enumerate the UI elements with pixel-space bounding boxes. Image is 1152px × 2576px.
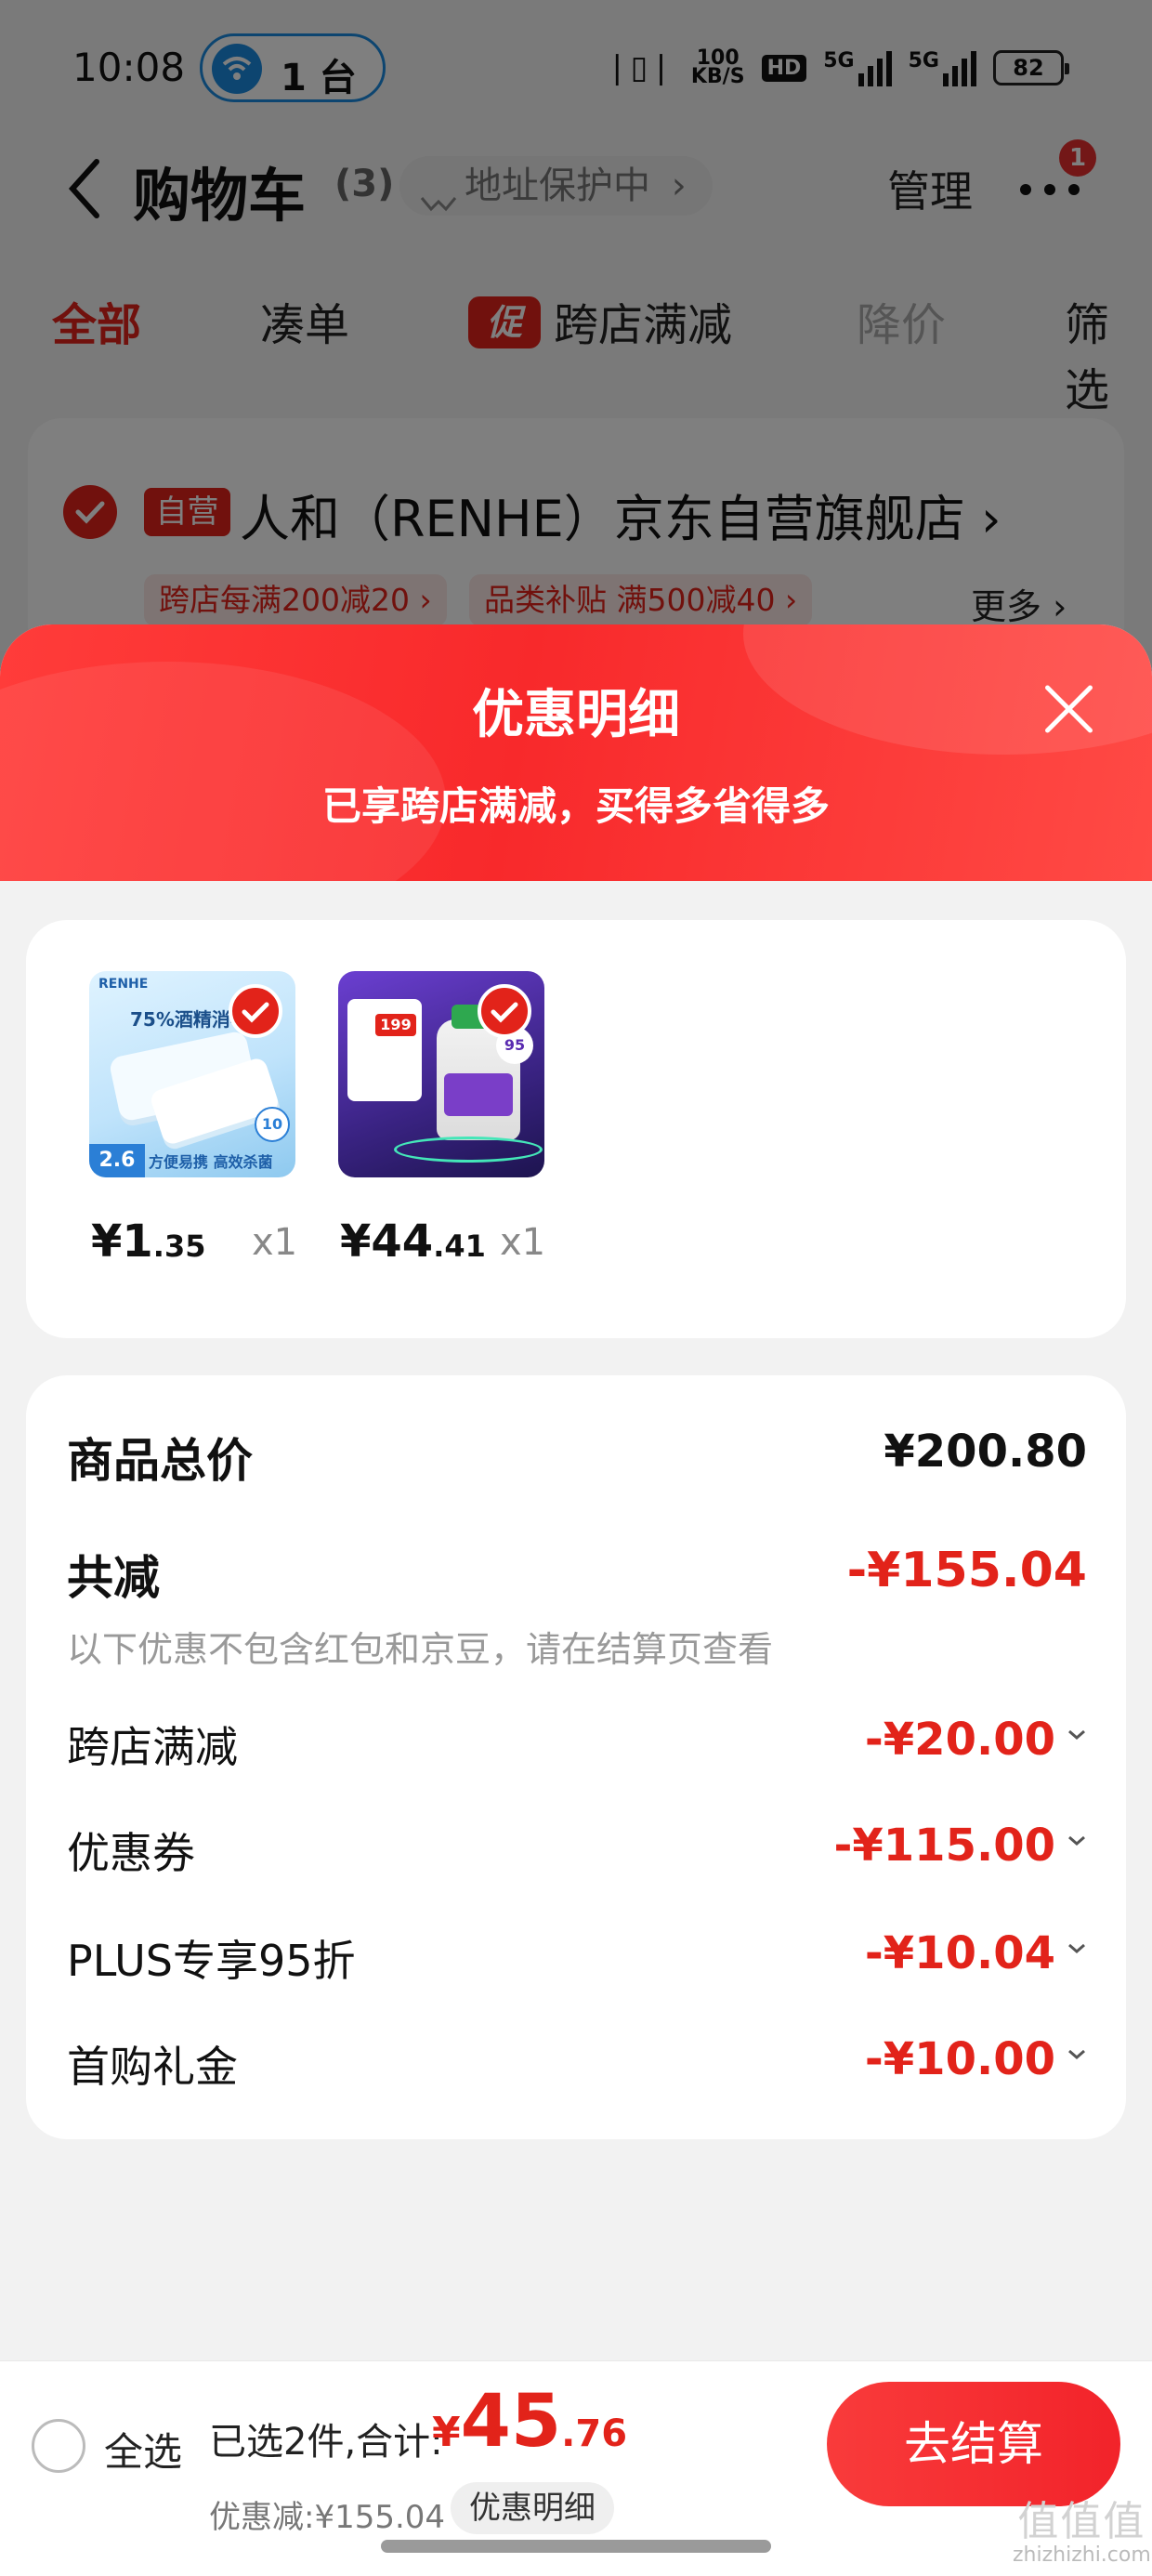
price-dec: .41 <box>433 1229 486 1264</box>
thumb-price: 199 <box>375 1014 416 1036</box>
product-price: ¥44.41 <box>340 1216 486 1268</box>
watermark: 值值值 zhizhizhi.com <box>1013 2498 1151 2568</box>
product-image-wipes[interactable]: RENHE 75%酒精消毒 2.6 方便易携 高效杀菌 10 <box>89 971 295 1177</box>
discount-detail-sheet: 优惠明细 已享跨店满减，买得多省得多 RENHE 75%酒精消毒 2.6 方便易… <box>0 624 1152 2576</box>
discount-item-label: 优惠券 <box>67 1828 195 1878</box>
thumb-price-tag: 199 <box>347 999 422 1101</box>
product-qty: x1 <box>500 1221 546 1264</box>
product-card: RENHE 75%酒精消毒 2.6 方便易携 高效杀菌 10 ¥1.35 x1 … <box>26 920 1126 1338</box>
total-amount: ¥45.76 <box>432 2380 627 2464</box>
home-indicator[interactable] <box>381 2540 771 2553</box>
price-summary-card: 商品总价 ¥200.80 共减 -¥155.04 以下优惠不包含红包和京豆，请在… <box>26 1375 1126 2139</box>
discount-hint: 以下优惠不包含红包和京豆，请在结算页查看 <box>67 1629 774 1670</box>
product-price: ¥1.35 <box>91 1216 205 1268</box>
total-price-value: ¥200.80 <box>884 1426 1087 1478</box>
thumb-num: 2.6 <box>89 1144 145 1177</box>
total-reduce-label: 共减 <box>67 1551 160 1605</box>
selected-summary: 已选2件,合计: <box>209 2421 443 2464</box>
total-dec: .76 <box>561 2412 628 2455</box>
thumb-base-ring <box>394 1137 543 1163</box>
discount-total: 优惠减:¥155.04 <box>209 2499 446 2536</box>
price-int: ¥44 <box>340 1216 434 1268</box>
total-price-label: 商品总价 <box>67 1434 253 1488</box>
chevron-down-icon <box>1068 1729 1085 1740</box>
discount-item-value[interactable]: -¥10.00 <box>865 2033 1087 2085</box>
selected-check-icon <box>478 984 531 1038</box>
discount-amount: -¥10.00 <box>864 2033 1055 2085</box>
discount-amount: -¥115.00 <box>833 1820 1055 1872</box>
discount-item-value[interactable]: -¥20.00 <box>865 1714 1087 1766</box>
thumb-count: 10 <box>255 1107 290 1142</box>
checkout-button[interactable]: 去结算 <box>827 2382 1120 2506</box>
total-reduce-value: -¥155.04 <box>846 1543 1087 1598</box>
select-all-label[interactable]: 全选 <box>104 2421 182 2477</box>
chevron-down-icon <box>1068 1943 1085 1953</box>
watermark-site: zhizhizhi.com <box>1013 2543 1151 2568</box>
discount-amount: -¥10.04 <box>864 1927 1055 1979</box>
price-int: ¥1 <box>91 1216 153 1268</box>
sheet-title: 优惠明细 <box>472 685 680 745</box>
sheet-header: 优惠明细 已享跨店满减，买得多省得多 <box>0 624 1152 881</box>
total-int: 45 <box>460 2380 562 2464</box>
product-qty: x1 <box>252 1221 298 1264</box>
thumb-bottle-label <box>444 1073 513 1116</box>
chevron-down-icon <box>1068 1835 1085 1846</box>
discount-item-label: 跨店满减 <box>67 1722 238 1772</box>
chevron-down-icon <box>1068 2049 1085 2059</box>
discount-detail-button[interactable]: 优惠明细 <box>451 2482 614 2534</box>
discount-item-label: PLUS专享95折 <box>67 1936 356 1986</box>
watermark-mark: 值值值 <box>1017 2498 1146 2545</box>
discount-item-value[interactable]: -¥10.04 <box>865 1927 1087 1979</box>
select-all-radio[interactable] <box>32 2419 85 2473</box>
product-image-supplement[interactable]: 199 95 <box>338 971 544 1177</box>
discount-item-value[interactable]: -¥115.00 <box>833 1820 1087 1872</box>
discount-item-label: 首购礼金 <box>67 2042 238 2092</box>
sheet-subtitle: 已享跨店满减，买得多省得多 <box>321 783 830 829</box>
selected-check-icon <box>229 984 282 1038</box>
close-icon[interactable] <box>1041 680 1098 738</box>
thumb-brand: RENHE <box>98 977 149 992</box>
thumb-tags: 方便易携 高效杀菌 <box>149 1153 273 1171</box>
discount-amount: -¥20.00 <box>864 1714 1055 1766</box>
total-currency: ¥ <box>432 2409 461 2456</box>
price-dec: .35 <box>152 1229 206 1264</box>
